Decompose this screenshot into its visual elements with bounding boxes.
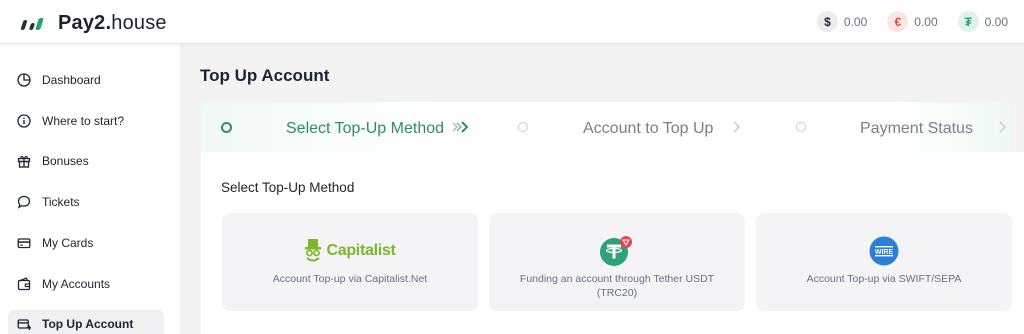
balance-usdt-amount: 0.00 (984, 14, 1008, 29)
balance-usd[interactable]: $ 0.00 (816, 11, 868, 32)
logo-text: Pay2.house (58, 12, 167, 35)
step-3-label[interactable]: Payment Status (860, 120, 973, 138)
sidebar-item-label: Bonuses (42, 154, 89, 168)
method-card-tether-usdt[interactable]: Funding an account through Tether USDT (… (489, 213, 745, 311)
logo-text-light: house (111, 12, 167, 34)
method-caption: Account Top-up via SWIFT/SEPA (806, 273, 962, 285)
balance-eur[interactable]: € 0.00 (887, 11, 938, 32)
top-header: Pay2.house $ 0.00 € 0.00 ₮ 0.00 (0, 0, 1024, 44)
method-card-swift-sepa[interactable]: WIRE Account Top-up via SWIFT/SEPA (756, 213, 1012, 311)
capitalist-logo: Capitalist (222, 235, 478, 267)
tether-icon: ₮ (957, 11, 979, 32)
info-icon (16, 113, 32, 129)
euro-icon: € (887, 11, 909, 32)
sidebar-item-label: Dashboard (42, 73, 101, 87)
capitalist-icon (305, 239, 322, 262)
wire-icon: WIRE (756, 235, 1012, 267)
gift-icon (16, 153, 32, 169)
sidebar-item-top-up-account[interactable]: Top Up Account (8, 310, 164, 334)
logo-text-bold: Pay2. (58, 12, 112, 34)
tether-trc20-icon (489, 235, 745, 267)
chevron-right-icon (730, 117, 744, 143)
step-3-indicator (796, 122, 806, 132)
step-1-indicator (221, 122, 232, 133)
sidebar-item-label: Top Up Account (42, 317, 134, 331)
method-caption: Account Top-up via Capitalist.Net (272, 273, 428, 285)
sidebar-item-bonuses[interactable]: Bonuses (8, 147, 164, 175)
sidebar: Dashboard Where to start? Bonuses Ticket… (0, 44, 180, 334)
page-title: Top Up Account (200, 66, 330, 85)
balances: $ 0.00 € 0.00 ₮ 0.00 (797, 11, 1008, 32)
balance-usd-amount: 0.00 (843, 14, 868, 29)
logo-mark-icon (20, 15, 48, 33)
sidebar-item-tickets[interactable]: Tickets (8, 188, 164, 216)
step-2-label[interactable]: Account to Top Up (583, 120, 713, 138)
sidebar-item-label: Tickets (42, 195, 80, 209)
balance-usdt[interactable]: ₮ 0.00 (957, 11, 1008, 32)
step-2-indicator (518, 122, 528, 132)
sidebar-item-where-to-start[interactable]: Where to start? (8, 107, 164, 135)
wire-label: WIRE (875, 249, 894, 256)
sidebar-item-my-cards[interactable]: My Cards (8, 229, 164, 257)
app-logo[interactable]: Pay2.house (20, 12, 167, 35)
stepper: Select Top-Up Method Account to Top Up P… (201, 102, 1011, 152)
sidebar-item-label: My Accounts (42, 277, 111, 291)
chevron-right-icon (451, 117, 471, 143)
section-title: Select Top-Up Method (221, 180, 355, 195)
dollar-icon: $ (816, 11, 838, 32)
wallet-icon (16, 276, 32, 292)
step-1-label[interactable]: Select Top-Up Method (286, 120, 444, 138)
method-caption: Funding an account through Tether USDT (… (519, 273, 715, 299)
pie-chart-icon (16, 72, 32, 88)
top-up-icon (16, 316, 32, 332)
chevron-right-icon (996, 117, 1010, 143)
balance-eur-amount: 0.00 (914, 14, 938, 29)
card-icon (16, 235, 32, 251)
method-card-capitalist[interactable]: Capitalist Account Top-up via Capitalist… (222, 213, 478, 311)
sidebar-item-my-accounts[interactable]: My Accounts (8, 270, 164, 298)
sidebar-item-label: Where to start? (42, 114, 125, 128)
capitalist-wordmark: Capitalist (326, 242, 396, 259)
sidebar-item-dashboard[interactable]: Dashboard (8, 66, 164, 94)
chat-bubble-icon (16, 194, 32, 210)
sidebar-item-label: My Cards (42, 236, 94, 250)
